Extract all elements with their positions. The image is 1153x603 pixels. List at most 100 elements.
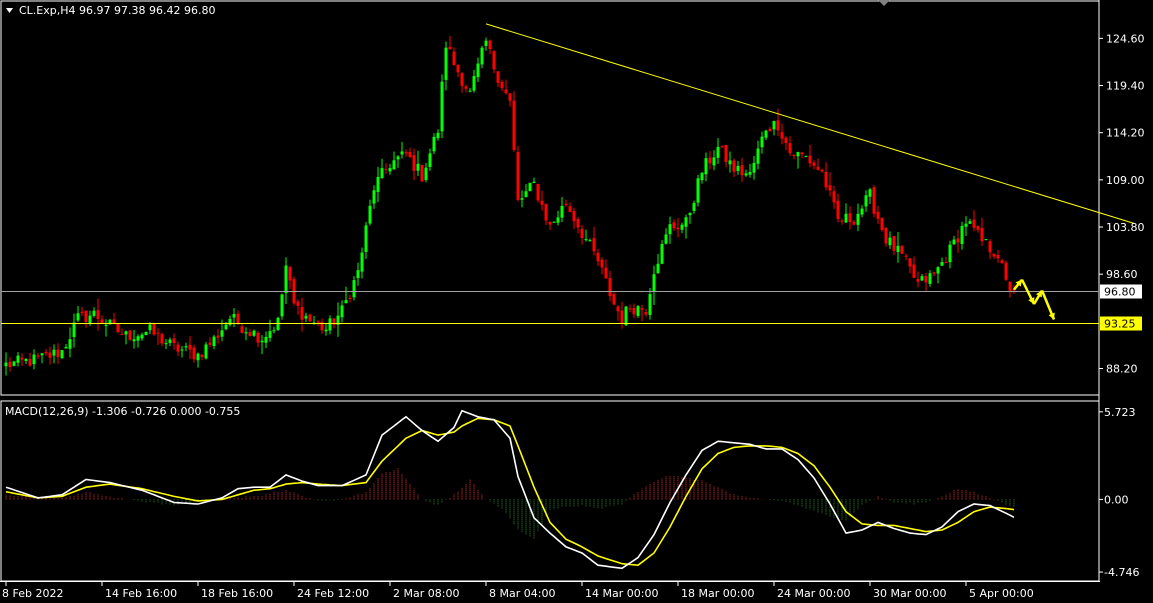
candle-body [352, 280, 356, 298]
candle-body [660, 243, 664, 264]
candle-body [224, 324, 228, 330]
candle-body [664, 234, 668, 244]
candle-body [828, 185, 832, 191]
candle-body [640, 308, 644, 310]
candle-body [772, 120, 776, 130]
candle-body [260, 340, 264, 343]
candle-body [972, 219, 976, 228]
candle-body [424, 167, 428, 180]
candle-body [156, 332, 160, 334]
candle-body [348, 297, 352, 299]
candle-body [528, 182, 532, 192]
candle-body [444, 47, 448, 80]
candle-body [620, 310, 624, 324]
candle-body [788, 143, 792, 154]
candle-body [200, 354, 204, 357]
symbol-header: CL.Exp,H4 96.97 97.38 96.42 96.80 [19, 4, 215, 17]
time-tick-label: 14 Feb 16:00 [105, 587, 177, 600]
candle-body [816, 166, 820, 170]
candle-body [188, 344, 192, 350]
candle-body [484, 40, 488, 46]
candle-body [28, 358, 32, 366]
candle-body [280, 294, 284, 317]
candle-body [736, 165, 740, 172]
candle-body [140, 334, 144, 339]
candle-body [116, 324, 120, 333]
projection-arrow [1040, 290, 1056, 321]
candle-body [124, 331, 128, 335]
candle-body [952, 239, 956, 245]
candle-body [4, 362, 8, 367]
chart-menu-triangle-icon[interactable] [6, 8, 13, 13]
candle-body [264, 337, 268, 343]
candle-body [616, 306, 620, 312]
candle-body [316, 321, 320, 323]
candle-body [796, 152, 800, 157]
candle-body [800, 152, 804, 155]
panel-scroll-marker-icon[interactable] [878, 0, 890, 6]
candle-body [160, 333, 164, 344]
candle-body [148, 324, 152, 331]
candle-body [656, 263, 660, 274]
candle-body [448, 46, 452, 50]
candle-body [932, 272, 936, 274]
candle-body [708, 157, 712, 164]
candle-body [744, 173, 748, 176]
candle-body [388, 168, 392, 172]
macd-header: MACD(12,26,9) -1.306 -0.726 0.000 -0.755 [5, 405, 240, 418]
candle-body [184, 346, 188, 348]
candle-body [552, 221, 556, 223]
candle-body [428, 153, 432, 167]
candle-body [884, 227, 888, 244]
candle-body [468, 90, 472, 92]
candle-body [340, 305, 344, 318]
candle-body [24, 358, 28, 361]
candle-body [236, 313, 240, 325]
overlay-lines: 96.80 93.25 [1, 23, 1142, 570]
candle-body [1004, 262, 1008, 280]
candle-body [384, 169, 388, 171]
candle-body [720, 146, 724, 148]
price-tick-label: 88.20 [1106, 363, 1138, 376]
candle-body [896, 245, 900, 252]
candle-body [364, 225, 368, 252]
candle-body [252, 330, 256, 336]
candle-body [432, 136, 436, 152]
candle-body [956, 238, 960, 243]
price-tag-label: 93.25 [1104, 318, 1136, 331]
macd-tick-label: -4.746 [1104, 566, 1139, 579]
candle-body [588, 240, 592, 242]
candlestick-series [4, 36, 1016, 376]
candle-body [768, 128, 772, 132]
candle-body [556, 217, 560, 223]
price-tick-label: 124.60 [1106, 32, 1145, 45]
candle-body [220, 330, 224, 337]
candle-body [168, 339, 172, 343]
candle-body [936, 267, 940, 274]
candle-body [536, 183, 540, 201]
candle-body [512, 100, 516, 150]
candle-body [776, 120, 780, 131]
trendline [485, 23, 1135, 224]
macd-histogram [5, 468, 1015, 540]
candle-body [404, 152, 408, 154]
candle-body [844, 213, 848, 223]
candle-body [472, 76, 476, 91]
candle-body [88, 315, 92, 324]
candle-body [672, 222, 676, 229]
candle-body [760, 136, 764, 148]
candle-body [464, 86, 468, 89]
candle-body [716, 146, 720, 158]
candle-body [80, 311, 84, 313]
candle-body [216, 335, 220, 338]
candle-body [784, 137, 788, 144]
candle-body [496, 71, 500, 83]
candle-body [984, 239, 988, 241]
candle-body [328, 318, 332, 331]
price-tick-label: 109.00 [1106, 174, 1145, 187]
chart-canvas[interactable]: 96.80 93.25 124.60 119.40 114.20 109.00 103.8… [0, 0, 1153, 603]
candle-body [1008, 281, 1012, 291]
candle-body [752, 162, 756, 173]
candle-body [688, 212, 692, 216]
candle-body [164, 343, 168, 345]
